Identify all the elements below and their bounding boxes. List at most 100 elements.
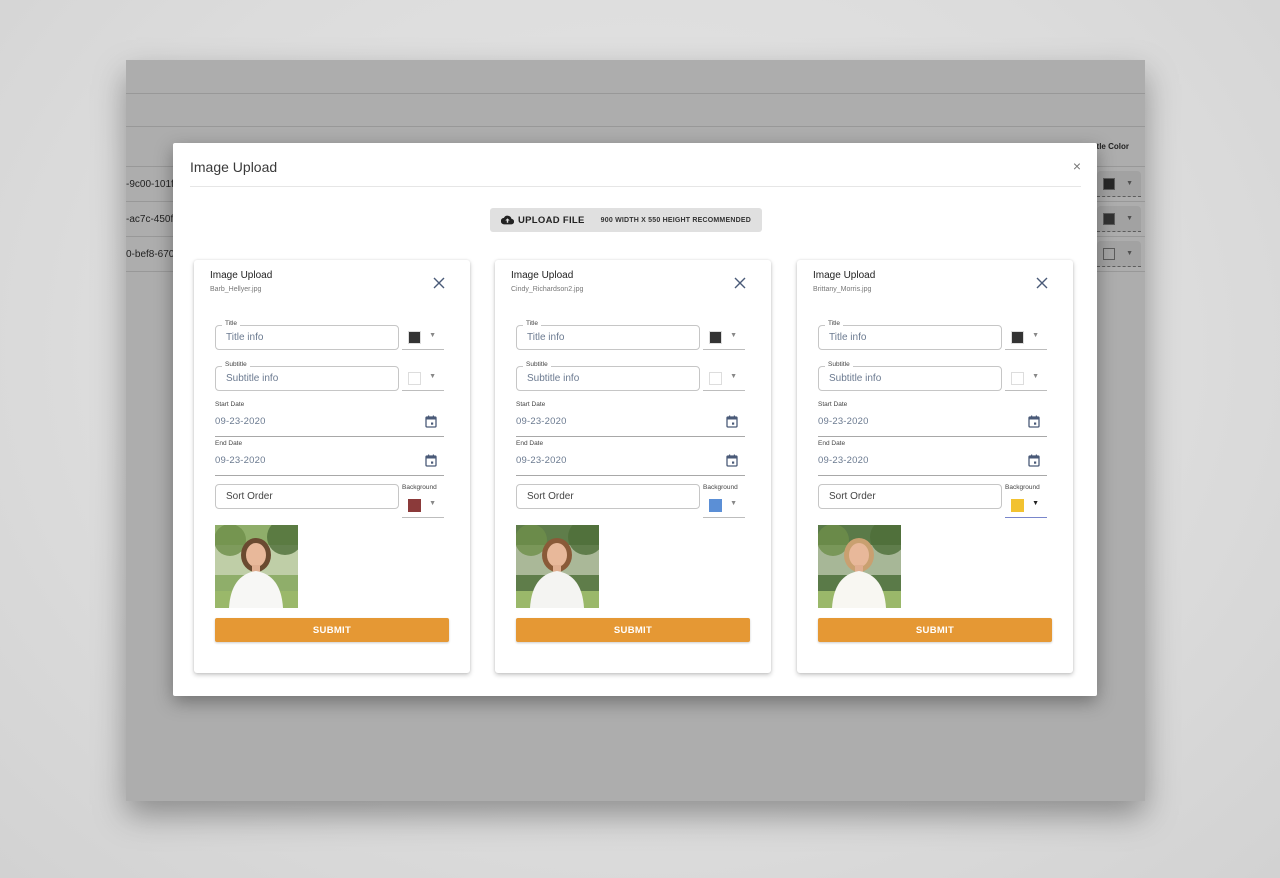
- card-title: Image Upload: [511, 270, 574, 281]
- subtitle-field-label: Subtitle: [523, 361, 551, 368]
- start-date-label: Start Date: [818, 401, 848, 408]
- background-color-select[interactable]: ▼: [1005, 493, 1047, 518]
- dropdown-arrow-icon: ▼: [730, 500, 737, 507]
- card-filename: Brittany_Morris.jpg: [813, 286, 872, 293]
- dropdown-arrow-icon: ▼: [1032, 500, 1039, 507]
- uploaded-photo: [516, 525, 599, 608]
- dropdown-arrow-icon: ▼: [1032, 332, 1039, 339]
- calendar-icon[interactable]: [726, 454, 738, 467]
- subtitle-color-swatch: [1011, 372, 1024, 385]
- start-date-value: 09-23-2020: [818, 416, 869, 427]
- portrait-image: [516, 525, 599, 608]
- card-close-icon[interactable]: [1035, 276, 1049, 290]
- subtitle-color-select[interactable]: ▼: [402, 366, 444, 391]
- subtitle-field[interactable]: Subtitle Subtitle info: [516, 361, 700, 391]
- subtitle-color-swatch: [408, 372, 421, 385]
- subtitle-field-value: Subtitle info: [829, 373, 882, 384]
- subtitle-field-value: Subtitle info: [527, 373, 580, 384]
- dropdown-arrow-icon: ▼: [429, 373, 436, 380]
- title-color-select[interactable]: ▼: [703, 325, 745, 350]
- subtitle-field-label: Subtitle: [825, 361, 853, 368]
- start-date-value: 09-23-2020: [215, 416, 266, 427]
- subtitle-field-label: Subtitle: [222, 361, 250, 368]
- card-close-icon[interactable]: [432, 276, 446, 290]
- submit-button[interactable]: SUBMIT: [516, 618, 750, 642]
- title-color-select[interactable]: ▼: [1005, 325, 1047, 350]
- modal-close-icon[interactable]: ×: [1073, 159, 1081, 173]
- title-field-label: Title: [523, 320, 542, 327]
- end-date-value: 09-23-2020: [516, 455, 567, 466]
- card-close-icon[interactable]: [733, 276, 747, 290]
- background-color-select[interactable]: ▼: [703, 493, 745, 518]
- subtitle-color-select[interactable]: ▼: [703, 366, 745, 391]
- card-title: Image Upload: [813, 270, 876, 281]
- image-upload-card: Image Upload Cindy_Richardson2.jpg Title…: [495, 260, 771, 673]
- calendar-icon[interactable]: [726, 415, 738, 428]
- sort-order-input[interactable]: [216, 485, 398, 508]
- card-filename: Cindy_Richardson2.jpg: [511, 286, 584, 293]
- subtitle-field[interactable]: Subtitle Subtitle info: [215, 361, 399, 391]
- start-date-value: 09-23-2020: [516, 416, 567, 427]
- title-field-label: Title: [825, 320, 844, 327]
- end-date-field[interactable]: End Date 09-23-2020: [516, 440, 745, 476]
- modal-title: Image Upload: [190, 159, 278, 175]
- end-date-field[interactable]: End Date 09-23-2020: [215, 440, 444, 476]
- end-date-value: 09-23-2020: [215, 455, 266, 466]
- title-field-value: Title info: [829, 332, 867, 343]
- sort-order-field[interactable]: [516, 484, 700, 509]
- start-date-field[interactable]: Start Date 09-23-2020: [818, 401, 1047, 437]
- background-color-label: Background: [402, 484, 437, 491]
- sort-order-input[interactable]: [819, 485, 1001, 508]
- calendar-icon[interactable]: [425, 454, 437, 467]
- dropdown-arrow-icon: ▼: [429, 500, 436, 507]
- background-color-swatch: [709, 499, 722, 512]
- title-color-select[interactable]: ▼: [402, 325, 444, 350]
- calendar-icon[interactable]: [425, 415, 437, 428]
- sort-order-field[interactable]: [818, 484, 1002, 509]
- submit-button[interactable]: SUBMIT: [215, 618, 449, 642]
- submit-button[interactable]: SUBMIT: [818, 618, 1052, 642]
- end-date-label: End Date: [516, 440, 544, 447]
- end-date-label: End Date: [215, 440, 243, 447]
- uploaded-photo: [818, 525, 901, 608]
- background-color-label: Background: [1005, 484, 1040, 491]
- subtitle-color-swatch: [709, 372, 722, 385]
- card-filename: Barb_Hellyer.jpg: [210, 286, 262, 293]
- calendar-icon[interactable]: [1028, 454, 1040, 467]
- title-field-value: Title info: [226, 332, 264, 343]
- dropdown-arrow-icon: ▼: [1032, 373, 1039, 380]
- upload-file-label: UPLOAD FILE: [518, 214, 585, 226]
- start-date-field[interactable]: Start Date 09-23-2020: [215, 401, 444, 437]
- background-color-select[interactable]: ▼: [402, 493, 444, 518]
- start-date-field[interactable]: Start Date 09-23-2020: [516, 401, 745, 437]
- background-color-label: Background: [703, 484, 738, 491]
- subtitle-field-value: Subtitle info: [226, 373, 279, 384]
- start-date-label: Start Date: [215, 401, 245, 408]
- subtitle-color-select[interactable]: ▼: [1005, 366, 1047, 391]
- calendar-icon[interactable]: [1028, 415, 1040, 428]
- title-field[interactable]: Title Title info: [215, 320, 399, 350]
- modal-divider: [190, 186, 1081, 187]
- subtitle-field[interactable]: Subtitle Subtitle info: [818, 361, 1002, 391]
- portrait-image: [818, 525, 901, 608]
- dropdown-arrow-icon: ▼: [730, 332, 737, 339]
- dropdown-arrow-icon: ▼: [429, 332, 436, 339]
- sort-order-field[interactable]: [215, 484, 399, 509]
- title-color-swatch: [408, 331, 421, 344]
- end-date-field[interactable]: End Date 09-23-2020: [818, 440, 1047, 476]
- cloud-upload-icon: [501, 215, 514, 225]
- title-field[interactable]: Title Title info: [516, 320, 700, 350]
- uploaded-photo: [215, 525, 298, 608]
- upload-file-button[interactable]: UPLOAD FILE 900 WIDTH X 550 HEIGHT RECOM…: [490, 208, 762, 232]
- background-color-swatch: [1011, 499, 1024, 512]
- end-date-label: End Date: [818, 440, 846, 447]
- image-upload-modal: Image Upload × UPLOAD FILE 900 WIDTH X 5…: [173, 143, 1097, 696]
- title-color-swatch: [1011, 331, 1024, 344]
- dropdown-arrow-icon: ▼: [730, 373, 737, 380]
- title-field[interactable]: Title Title info: [818, 320, 1002, 350]
- end-date-value: 09-23-2020: [818, 455, 869, 466]
- title-color-swatch: [709, 331, 722, 344]
- image-upload-card: Image Upload Barb_Hellyer.jpg Title Titl…: [194, 260, 470, 673]
- portrait-image: [215, 525, 298, 608]
- sort-order-input[interactable]: [517, 485, 699, 508]
